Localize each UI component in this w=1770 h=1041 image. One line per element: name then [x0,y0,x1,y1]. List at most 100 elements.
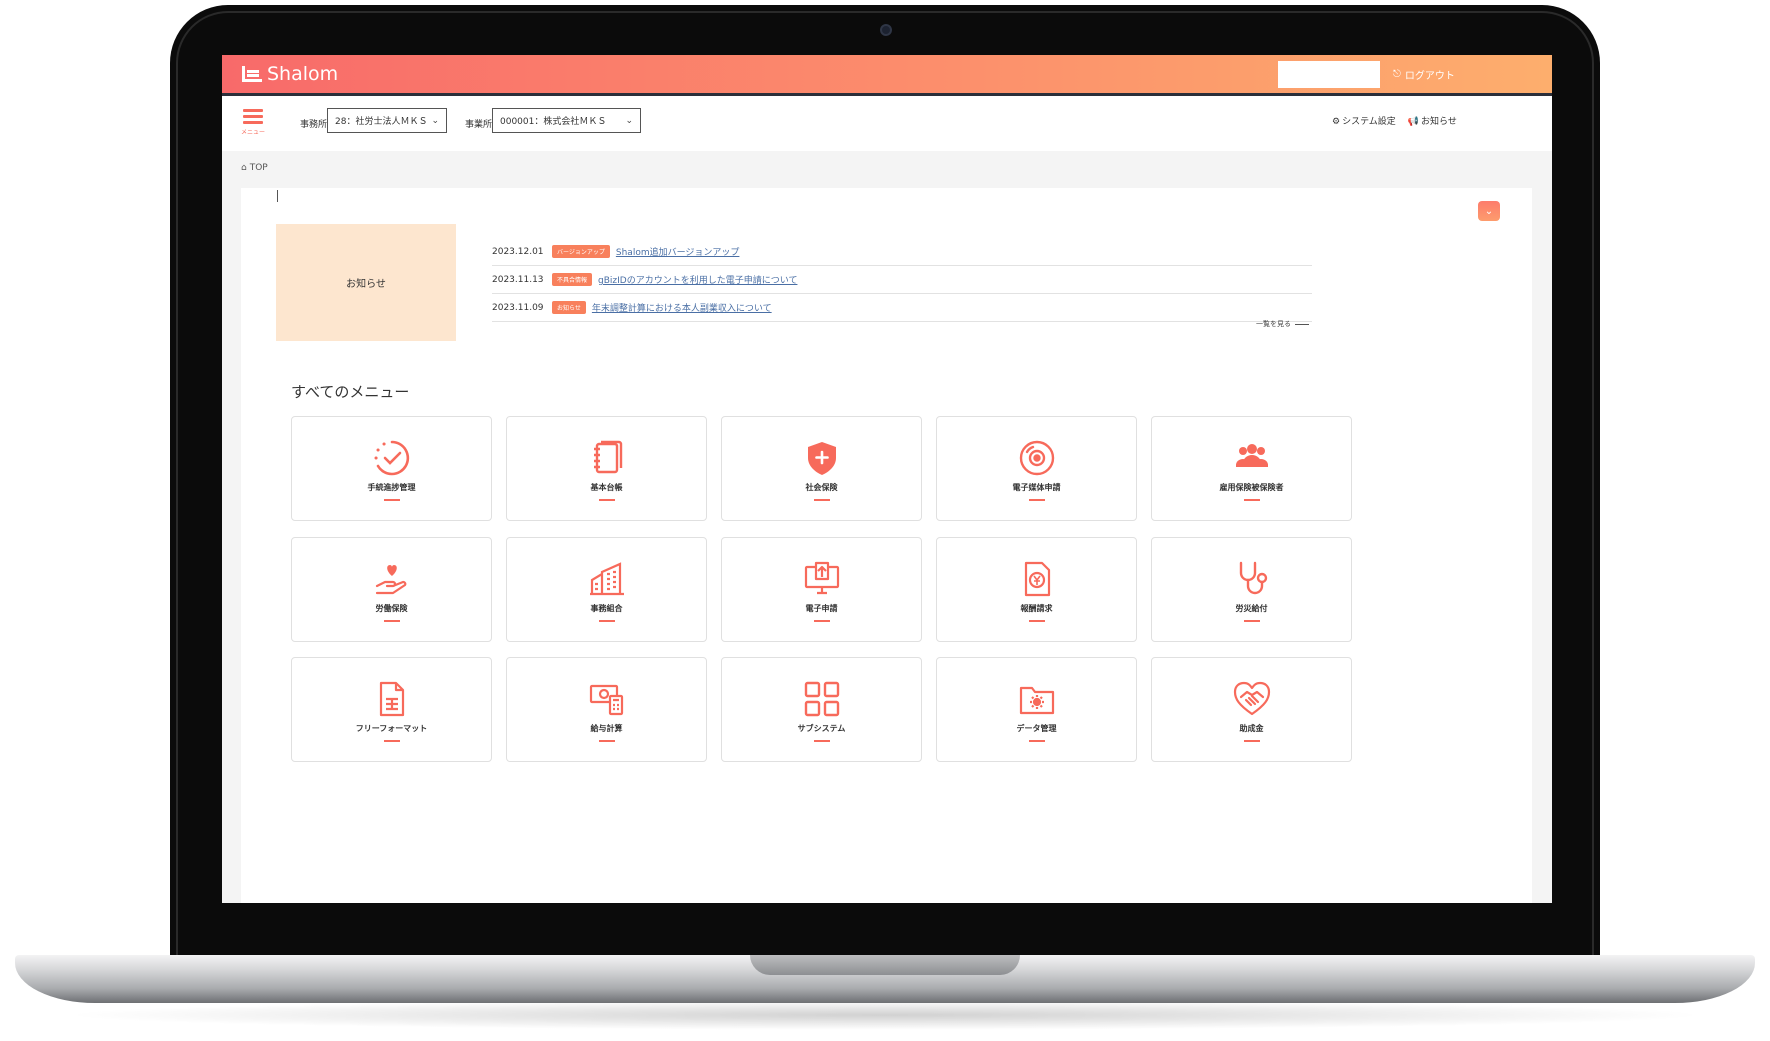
news-badge: バージョンアップ [552,245,610,258]
hamburger-line [243,121,263,124]
tile-underline [383,740,400,742]
camera-icon [880,24,892,36]
tile-underline [598,740,615,742]
news-link[interactable]: 年末調整計算における本人副業収入について [592,301,772,314]
breadcrumb[interactable]: ⌂ TOP [241,163,268,173]
news-badge: 不具合情報 [552,273,593,286]
tile-underline [383,620,400,622]
tile-label: 報酬請求 [1020,604,1053,613]
tile-label: 助成金 [1239,724,1264,733]
folder-gear-icon [1019,686,1054,715]
news-date: 2023.12.01 [492,246,544,257]
laptop-frame: Shalom ⎋ ログアウト メニュー 事務所 28：社労士法人ＭＫＳ ⌄ 事業… [0,0,1770,1041]
tile-underline [813,499,830,501]
news-badge: お知らせ [552,301,586,314]
tile-underline [813,620,830,622]
tile-label: 労災給付 [1235,604,1268,613]
news-item: 2023.11.09 お知らせ 年末調整計算における本人副業収入について [492,294,1312,322]
tile-underline [598,620,615,622]
news-link[interactable]: Shalom追加バージョンアップ [616,245,740,258]
stethoscope-icon [1239,561,1267,595]
menu-tile-subsidy[interactable]: 助成金 [1151,657,1352,762]
tile-label: 事務組合 [590,604,623,613]
news-item: 2023.12.01 バージョンアップ Shalom追加バージョンアップ [492,238,1312,266]
hand-heart-icon [375,565,406,595]
grid-squares-icon [804,681,839,717]
tile-label: フリーフォーマット [355,724,428,733]
news-more-link[interactable]: 一覧を見る [1256,319,1309,329]
menu-tile-workers-comp[interactable]: 労災給付 [1151,537,1352,642]
menu-button[interactable]: メニュー [241,105,265,143]
text-caret [277,190,278,202]
news-item: 2023.11.13 不具合情報 gBizIDのアカウントを利用した電子申請につ… [492,266,1312,294]
news-link[interactable]: gBizIDのアカウントを利用した電子申請について [598,273,797,286]
building-icon [589,562,624,596]
news-more-label: 一覧を見る [1256,320,1291,328]
tile-label: 給与計算 [590,724,623,733]
tile-label: 雇用保険被保険者 [1219,483,1284,492]
news-list: 2023.12.01 バージョンアップ Shalom追加バージョンアップ 202… [492,238,1312,322]
menu-tile-labor-association[interactable]: 事務組合 [506,537,707,642]
tile-label: データ管理 [1016,724,1057,733]
tile-underline [1028,740,1045,742]
menu-tile-fee-billing[interactable]: 報酬請求 [936,537,1137,642]
user-name-box [1278,61,1380,88]
office-value: 28：社労士法人ＭＫＳ [335,117,428,127]
arrow-right-icon [1295,323,1309,325]
tile-underline [1243,740,1260,742]
menu-tile-employment-insured[interactable]: 雇用保険被保険者 [1151,416,1352,521]
gear-icon: ⚙ [1332,117,1341,127]
tile-label: 電子申請 [805,604,838,613]
menu-tile-free-format[interactable]: フリーフォーマット [291,657,492,762]
notice-link[interactable]: 📢 お知らせ [1408,114,1457,127]
menu-tile-e-application[interactable]: 電子申請 [721,537,922,642]
app-screen: Shalom ⎋ ログアウト メニュー 事務所 28：社労士法人ＭＫＳ ⌄ 事業… [222,55,1552,903]
home-icon: ⌂ [241,163,247,173]
tile-underline [1028,499,1045,501]
menu-tile-electronic-media[interactable]: 電子媒体申請 [936,416,1137,521]
tile-label: 電子媒体申請 [1012,483,1061,492]
money-calculator-icon [589,684,623,716]
office-label: 事務所 [300,120,328,130]
news-date: 2023.11.13 [492,274,544,285]
disc-icon [1019,440,1054,476]
hamburger-line [243,115,263,118]
logout-button[interactable]: ⎋ ログアウト [1393,67,1455,82]
breadcrumb-top: TOP [249,163,268,173]
yen-document-icon [1024,561,1050,597]
menu-tile-subsystem[interactable]: サブシステム [721,657,922,762]
system-settings-label: システム設定 [1342,117,1396,127]
menu-tile-social-insurance[interactable]: 社会保険 [721,416,922,521]
notice-label: お知らせ [1421,117,1457,127]
business-select[interactable]: 000001：株式会社ＭＫＳ ⌄ [492,108,641,133]
menu-tile-payroll[interactable]: 給与計算 [506,657,707,762]
laptop-shadow [60,1000,1710,1030]
tile-label: 手続進捗管理 [367,483,416,492]
handshake-heart-icon [1233,681,1270,716]
menu-tile-labor-insurance[interactable]: 労働保険 [291,537,492,642]
chevron-down-icon: ⌄ [1484,205,1494,217]
utility-links: ⚙ システム設定 📢 お知らせ [1332,114,1457,127]
logout-icon: ⎋ [1393,69,1401,80]
megaphone-icon: 📢 [1407,117,1420,127]
office-select[interactable]: 28：社労士法人ＭＫＳ ⌄ [327,108,447,133]
menu-label: メニュー [241,129,266,136]
monitor-upload-icon [804,561,839,595]
menu-tile-progress[interactable]: 手続進捗管理 [291,416,492,521]
business-label: 事業所 [465,120,493,130]
menu-tile-ledger[interactable]: 基本台帳 [506,416,707,521]
tile-underline [1028,620,1045,622]
app-name: Shalom [267,63,339,85]
chevron-down-icon: ⌄ [625,115,633,126]
tile-underline [383,499,400,501]
dashboard-card: ⌄ お知らせ 2023.12.01 バージョンアップ Shalom追加バージョン… [241,188,1532,903]
app-logo[interactable]: Shalom [242,63,338,85]
collapse-button[interactable]: ⌄ [1478,201,1500,221]
top-header: Shalom ⎋ ログアウト [222,55,1552,96]
menu-tile-data-management[interactable]: データ管理 [936,657,1137,762]
system-settings-link[interactable]: ⚙ システム設定 [1332,114,1396,127]
tile-label: 社会保険 [805,483,838,492]
spreadsheet-icon [379,681,404,717]
tile-label: サブシステム [797,724,846,733]
logout-label: ログアウト [1404,71,1455,82]
